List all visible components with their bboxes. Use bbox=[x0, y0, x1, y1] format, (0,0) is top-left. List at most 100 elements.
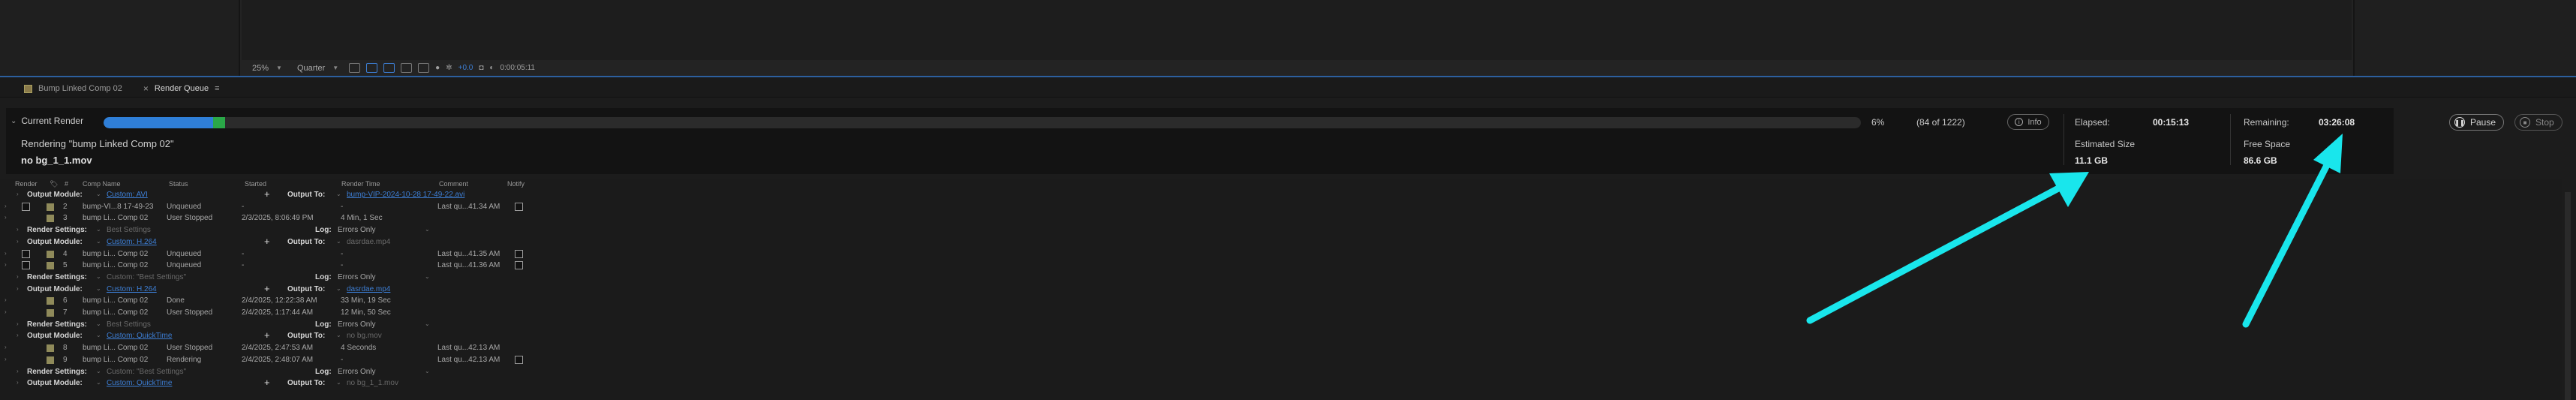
log-value[interactable]: Errors Only bbox=[338, 226, 376, 234]
render-checkbox[interactable] bbox=[22, 261, 30, 270]
queue-item-row[interactable]: › 2 bump-VI...8 17-49-23 Unqueued - - Last qu.… bbox=[0, 201, 2562, 212]
expand-triangle-icon[interactable]: › bbox=[17, 285, 19, 292]
expand-triangle-icon[interactable]: › bbox=[5, 356, 7, 362]
queue-item-row[interactable]: › 4 bump Li... Comp 02 Unqueued - - Last qu...… bbox=[0, 248, 2562, 260]
tab-composition[interactable]: Bump Linked Comp 02 bbox=[14, 80, 133, 97]
add-output-module-icon[interactable]: + bbox=[264, 377, 270, 388]
queue-item-row[interactable]: › 8 bump Li... Comp 02 User Stopped 2/4/2025… bbox=[0, 342, 2562, 353]
chevron-down-icon[interactable]: ⌄ bbox=[11, 117, 17, 125]
expand-triangle-icon[interactable]: › bbox=[5, 296, 7, 303]
panel-menu-icon[interactable]: ≡ bbox=[215, 84, 219, 93]
stop-button[interactable]: ■ Stop bbox=[2514, 114, 2562, 131]
column-number[interactable]: # bbox=[65, 180, 68, 188]
comp-name[interactable]: bump Li... Comp 02 bbox=[83, 308, 148, 317]
comment-text[interactable]: Last qu...42.13 AM bbox=[437, 356, 500, 364]
notify-checkbox[interactable] bbox=[515, 202, 523, 211]
comp-name[interactable]: bump-VI...8 17-49-23 bbox=[83, 203, 154, 211]
add-output-module-icon[interactable]: + bbox=[264, 236, 270, 247]
output-module-value[interactable]: Custom: QuickTime bbox=[107, 379, 172, 387]
log-value[interactable]: Errors Only bbox=[338, 320, 376, 329]
notify-checkbox[interactable] bbox=[515, 261, 523, 270]
column-comp-name[interactable]: Comp Name bbox=[83, 180, 121, 188]
current-time[interactable]: 0:00:05:11 bbox=[500, 64, 535, 72]
resolution-dropdown[interactable]: Quarter ▼ bbox=[293, 62, 343, 74]
output-module-row[interactable]: › Output Module: ⌄ Custom: AVI + Output To: ⌄ b… bbox=[0, 188, 2562, 200]
queue-item-row[interactable]: › 6 bump Li... Comp 02 Done 2/4/2025, 12:22:… bbox=[0, 295, 2562, 306]
label-color-swatch[interactable] bbox=[47, 356, 54, 364]
output-path[interactable]: dasrdae.mp4 bbox=[347, 238, 390, 246]
chevron-down-icon[interactable]: ⌄ bbox=[96, 320, 101, 327]
color-management-icon[interactable]: ✲ bbox=[446, 64, 452, 72]
comment-text[interactable]: Last qu...41.34 AM bbox=[437, 203, 500, 211]
comp-name[interactable]: bump Li... Comp 02 bbox=[83, 296, 148, 305]
queue-item-row[interactable]: › 5 bump Li... Comp 02 Unqueued - - Last qu...… bbox=[0, 260, 2562, 271]
log-value[interactable]: Errors Only bbox=[338, 273, 376, 281]
expand-triangle-icon[interactable]: › bbox=[17, 273, 19, 280]
column-status[interactable]: Status bbox=[169, 180, 188, 188]
comp-name[interactable]: bump Li... Comp 02 bbox=[83, 344, 148, 352]
expand-triangle-icon[interactable]: › bbox=[17, 226, 19, 233]
output-module-value[interactable]: Custom: QuickTime bbox=[107, 332, 172, 340]
close-icon[interactable]: × bbox=[143, 83, 149, 94]
add-output-module-icon[interactable]: + bbox=[264, 283, 270, 294]
chevron-down-icon[interactable]: ⌄ bbox=[96, 273, 101, 280]
output-module-row[interactable]: › Output Module: ⌄ Custom: H.264 + Output To:… bbox=[0, 283, 2562, 295]
render-settings-row[interactable]: › Render Settings: ⌄ Best Settings Log: Error… bbox=[0, 319, 2562, 330]
label-column-icon[interactable]: 🏷 bbox=[50, 180, 58, 188]
label-color-swatch[interactable] bbox=[47, 250, 54, 258]
queue-item-row[interactable]: › 3 bump Li... Comp 02 User Stopped 2/3/2025… bbox=[0, 212, 2562, 224]
snapshot-icon[interactable]: ◘ bbox=[479, 64, 483, 72]
column-started[interactable]: Started bbox=[245, 180, 266, 188]
label-color-swatch[interactable] bbox=[47, 309, 54, 317]
expand-triangle-icon[interactable]: › bbox=[17, 332, 19, 338]
tab-render-queue[interactable]: × Render Queue ≡ bbox=[133, 80, 230, 97]
comment-text[interactable]: Last qu...42.13 AM bbox=[437, 344, 500, 352]
chevron-down-icon[interactable]: ⌄ bbox=[96, 191, 101, 197]
zoom-dropdown[interactable]: 25% ▼ bbox=[248, 62, 287, 74]
transparency-grid-icon[interactable] bbox=[366, 63, 378, 73]
label-color-swatch[interactable] bbox=[47, 215, 54, 223]
mask-visibility-icon[interactable] bbox=[383, 63, 395, 73]
expand-triangle-icon[interactable]: › bbox=[5, 308, 7, 315]
render-settings-value[interactable]: Custom: "Best Settings" bbox=[107, 273, 186, 281]
expand-triangle-icon[interactable]: › bbox=[17, 379, 19, 386]
comment-text[interactable]: Last qu...41.35 AM bbox=[437, 250, 500, 258]
exposure-value[interactable]: +0.0 bbox=[458, 64, 473, 72]
output-path[interactable]: bump-VIP-2024-10-28 17-49-22.avi bbox=[347, 191, 464, 199]
output-path[interactable]: dasrdae.mp4 bbox=[347, 285, 390, 293]
region-of-interest-icon[interactable] bbox=[349, 63, 361, 73]
output-module-value[interactable]: Custom: H.264 bbox=[107, 285, 157, 293]
expand-triangle-icon[interactable]: › bbox=[17, 191, 19, 197]
expand-triangle-icon[interactable]: › bbox=[17, 368, 19, 374]
view-options-icon[interactable] bbox=[418, 63, 430, 73]
vertical-scrollbar[interactable] bbox=[2565, 192, 2571, 400]
output-path[interactable]: no bg_1_1.mov bbox=[347, 379, 398, 387]
label-color-swatch[interactable] bbox=[47, 262, 54, 270]
label-color-swatch[interactable] bbox=[47, 344, 54, 353]
output-module-row[interactable]: › Output Module: ⌄ Custom: QuickTime + Output… bbox=[0, 377, 2562, 389]
comp-name[interactable]: bump Li... Comp 02 bbox=[83, 214, 148, 222]
info-button[interactable]: i Info bbox=[2007, 114, 2049, 130]
comp-name[interactable]: bump Li... Comp 02 bbox=[83, 356, 148, 364]
render-settings-row[interactable]: › Render Settings: ⌄ Best Settings Log: Error… bbox=[0, 224, 2562, 236]
queue-item-row[interactable]: › 7 bump Li... Comp 02 User Stopped 2/4/2025… bbox=[0, 307, 2562, 318]
column-comment[interactable]: Comment bbox=[439, 180, 468, 188]
render-settings-value[interactable]: Custom: "Best Settings" bbox=[107, 368, 186, 376]
chevron-down-icon[interactable]: ⌄ bbox=[336, 379, 341, 386]
column-render-time[interactable]: Render Time bbox=[341, 180, 380, 188]
render-settings-row[interactable]: › Render Settings: ⌄ Custom: "Best Settings… bbox=[0, 366, 2562, 377]
chevron-down-icon[interactable]: ⌄ bbox=[96, 238, 101, 245]
chevron-down-icon[interactable]: ⌄ bbox=[336, 332, 341, 338]
output-module-row[interactable]: › Output Module: ⌄ Custom: H.264 + Output To:… bbox=[0, 236, 2562, 248]
output-module-value[interactable]: Custom: AVI bbox=[107, 191, 148, 199]
pause-button[interactable]: ❚❚ Pause bbox=[2449, 114, 2505, 131]
comment-text[interactable]: Last qu...41.36 AM bbox=[437, 261, 500, 269]
chevron-down-icon[interactable]: ⌄ bbox=[96, 368, 101, 374]
chevron-down-icon[interactable]: ⌄ bbox=[425, 368, 430, 374]
expand-triangle-icon[interactable]: › bbox=[17, 320, 19, 327]
chevron-down-icon[interactable]: ⌄ bbox=[96, 332, 101, 338]
chevron-down-icon[interactable]: ⌄ bbox=[96, 379, 101, 386]
comp-name[interactable]: bump Li... Comp 02 bbox=[83, 261, 148, 269]
expand-triangle-icon[interactable]: › bbox=[5, 261, 7, 268]
chevron-down-icon[interactable]: ⌄ bbox=[336, 191, 341, 197]
